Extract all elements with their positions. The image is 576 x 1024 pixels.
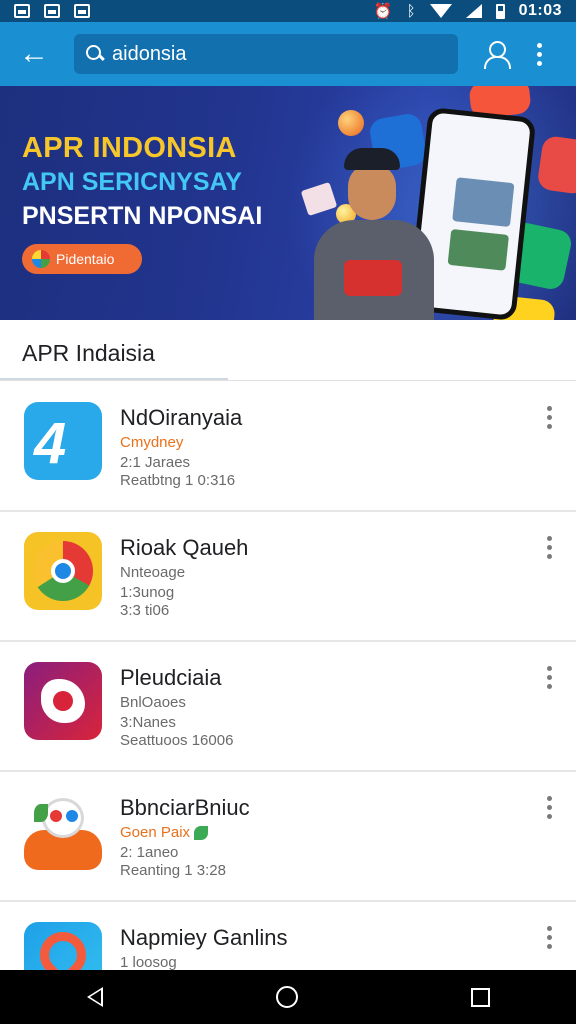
bluetooth-icon: ᛒ xyxy=(406,2,416,20)
app-name: Napmiey Ganlins xyxy=(120,925,288,950)
banner-tagline: PNSERTN NPONSAI xyxy=(22,202,263,230)
phone-thumbnail xyxy=(452,177,515,228)
app-rating: 3:3 ti06 xyxy=(120,602,170,619)
app-meta: 2:1 Jaraes xyxy=(120,454,191,471)
brand-logo-icon xyxy=(32,250,50,268)
section-title: APR Indaisia xyxy=(22,340,155,366)
wifi-icon xyxy=(429,4,452,18)
banner-headline: APR INDONSIA xyxy=(22,132,237,164)
system-nav-bar xyxy=(0,970,576,1024)
more-vert-icon[interactable] xyxy=(544,666,554,689)
app-developer: Cmydney xyxy=(120,434,184,451)
divider xyxy=(0,380,576,381)
search-icon xyxy=(86,45,104,63)
signal-icon xyxy=(465,4,482,18)
banner-cta-label: Pidentaio xyxy=(56,251,115,267)
app-name: NdOiranyaia xyxy=(120,405,243,430)
search-query: aidonsia xyxy=(112,42,187,65)
more-vert-icon[interactable] xyxy=(544,406,554,429)
app-name: Pleudciaia xyxy=(120,665,222,690)
square-recents-icon[interactable] xyxy=(470,987,490,1007)
status-system: ⏰ ᛒ 01:03 xyxy=(374,2,562,20)
status-time: 01:03 xyxy=(518,2,562,19)
promo-banner[interactable]: APR INDONSIA APN SERICNYSAY PNSERTN NPON… xyxy=(0,86,576,320)
app-icon-flower xyxy=(24,662,102,740)
app-developer: 1 loosog xyxy=(120,954,177,970)
app-rating: Reanting 1 3:28 xyxy=(120,862,226,879)
list-item[interactable]: Napmiey Ganlins 1 loosog xyxy=(0,902,576,970)
app-meta: 2: 1aneo xyxy=(120,844,179,861)
orb-decoration xyxy=(338,110,364,136)
app-meta: 3:Nanes xyxy=(120,714,176,731)
list-item[interactable]: Rioak Qaueh Nnteoage 1:3unog 3:3 ti06 xyxy=(0,512,576,642)
app-rating: Seattuoos 16006 xyxy=(120,732,234,749)
app-bar: ← aidonsia xyxy=(0,22,576,86)
app-name: BbnciarBniuc xyxy=(120,795,250,820)
phone-thumbnail xyxy=(447,228,510,271)
more-vert-icon[interactable] xyxy=(544,536,554,559)
arrow-left-icon: ← xyxy=(19,37,49,70)
more-vert-icon[interactable] xyxy=(544,796,554,819)
leaf-icon xyxy=(194,826,209,841)
app-developer: Nnteoage xyxy=(120,564,186,581)
circle-home-icon[interactable] xyxy=(275,986,298,1008)
gift-box-illustration xyxy=(344,260,402,296)
list-item[interactable]: 4 NdOiranyaia Cmydney 2:1 Jaraes Reatbtn… xyxy=(0,382,576,512)
banner-subheadline: APN SERICNYSAY xyxy=(22,168,242,196)
back-button[interactable]: ← xyxy=(14,34,54,74)
app-meta: 1:3unog xyxy=(120,584,175,601)
notification-photo-icon xyxy=(74,4,90,18)
battery-icon xyxy=(495,3,505,19)
app-developer: Goen Paix xyxy=(120,824,209,841)
triangle-back-icon[interactable] xyxy=(86,987,103,1007)
status-bar: ⏰ ᛒ 01:03 xyxy=(0,0,576,22)
app-icon-letter-a: 4 xyxy=(24,402,102,480)
section-header: APR Indaisia xyxy=(0,320,576,380)
more-vert-icon[interactable] xyxy=(534,42,544,66)
app-icon-drop xyxy=(24,922,102,970)
app-icon-character xyxy=(24,792,102,870)
list-item[interactable]: Pleudciaia BnlOaoes 3:Nanes Seattuoos 16… xyxy=(0,642,576,772)
more-vert-icon[interactable] xyxy=(544,926,554,949)
status-notifications xyxy=(14,4,90,18)
banner-cta-button[interactable]: Pidentaio xyxy=(22,244,142,274)
list-item[interactable]: BbnciarBniuc Goen Paix 2: 1aneo Reanting… xyxy=(0,772,576,902)
person-icon[interactable] xyxy=(482,39,512,69)
app-rating: Reatbtng 1 0:316 xyxy=(120,472,236,489)
notification-image-icon xyxy=(14,4,30,18)
app-name: Rioak Qaueh xyxy=(120,535,249,560)
app-tile-decoration xyxy=(536,134,576,196)
alarm-icon: ⏰ xyxy=(373,3,393,20)
search-input[interactable]: aidonsia xyxy=(74,34,458,74)
notification-gallery-icon xyxy=(44,4,60,18)
app-list: 4 NdOiranyaia Cmydney 2:1 Jaraes Reatbtn… xyxy=(0,382,576,970)
app-developer: BnlOaoes xyxy=(120,694,186,711)
app-icon-browser xyxy=(24,532,102,610)
